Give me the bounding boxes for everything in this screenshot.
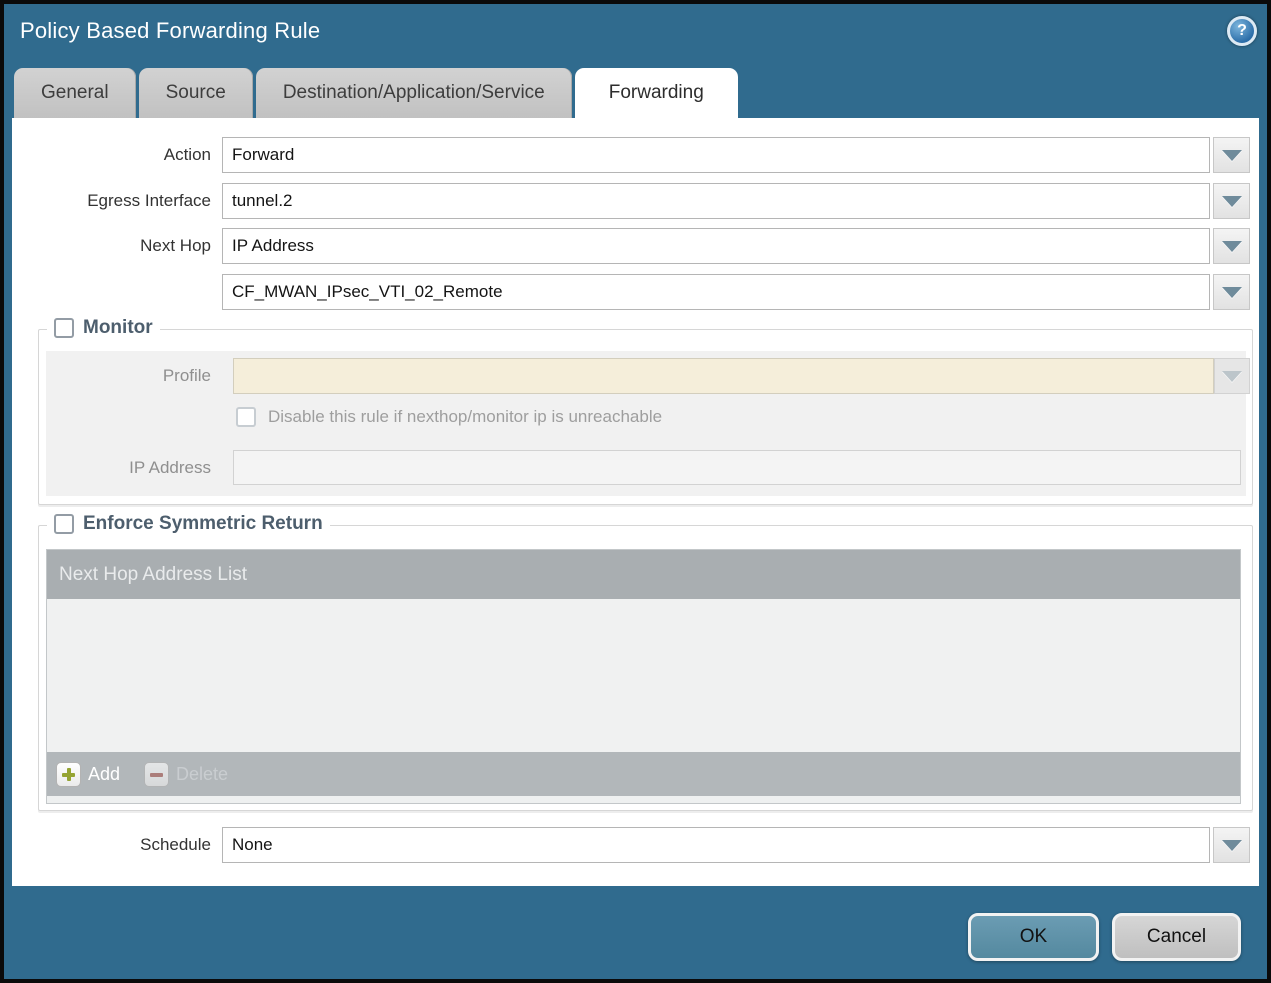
schedule-row: Schedule [12,827,1259,863]
next-hop-row: Next Hop [12,228,1259,264]
egress-interface-row: Egress Interface [12,183,1259,219]
monitor-legend-label: Monitor [83,317,153,339]
cancel-button[interactable]: Cancel [1112,913,1241,961]
action-dropdown-button[interactable] [1213,137,1250,173]
chevron-down-icon [1222,287,1242,298]
chevron-down-icon [1222,241,1242,252]
next-hop-address-row [12,274,1259,310]
next-hop-type-input[interactable] [222,228,1210,264]
enforce-legend: Enforce Symmetric Return [47,513,330,535]
add-button-label: Add [88,764,120,785]
tab-source[interactable]: Source [139,68,253,118]
ok-button[interactable]: OK [968,913,1099,961]
egress-interface-input[interactable] [222,183,1210,219]
forwarding-tab-panel: Action Egress Interface Next Hop [12,118,1259,886]
delete-button: Delete [144,762,228,787]
monitor-checkbox[interactable] [54,318,74,338]
egress-interface-dropdown-button[interactable] [1213,183,1250,219]
egress-interface-label: Egress Interface [12,183,211,219]
next-hop-type-dropdown-button[interactable] [1213,228,1250,264]
tab-bar: General Source Destination/Application/S… [14,68,741,118]
disable-rule-label: Disable this rule if nexthop/monitor ip … [268,407,662,427]
tab-forwarding[interactable]: Forwarding [575,68,738,118]
action-label: Action [12,137,211,173]
next-hop-label: Next Hop [12,228,211,264]
tab-destination-application-service[interactable]: Destination/Application/Service [256,68,572,118]
schedule-input[interactable] [222,827,1210,863]
chevron-down-icon [1222,371,1242,382]
enforce-symmetric-return-fieldset: Enforce Symmetric Return Next Hop Addres… [38,525,1253,811]
next-hop-address-dropdown-button[interactable] [1213,274,1250,310]
plus-icon [56,762,81,787]
schedule-dropdown-button[interactable] [1213,827,1250,863]
action-input[interactable] [222,137,1210,173]
chevron-down-icon [1222,196,1242,207]
schedule-label: Schedule [12,827,211,863]
monitor-fieldset: Monitor Profile Disable this rule if nex… [38,329,1253,505]
monitor-panel: Profile Disable this rule if nexthop/mon… [46,351,1246,496]
disable-rule-row: Disable this rule if nexthop/monitor ip … [236,407,662,427]
help-icon[interactable]: ? [1227,16,1257,46]
next-hop-address-list-body [47,599,1240,752]
tab-general[interactable]: General [14,68,136,118]
enforce-symmetric-return-checkbox[interactable] [54,514,74,534]
table-toolbar: Add Delete [47,752,1240,796]
enforce-legend-label: Enforce Symmetric Return [83,513,323,535]
action-row: Action [12,137,1259,173]
delete-button-label: Delete [176,764,228,785]
profile-label: Profile [46,358,211,394]
next-hop-address-input[interactable] [222,274,1210,310]
minus-icon [144,762,169,787]
disable-rule-checkbox [236,407,256,427]
monitor-legend: Monitor [47,317,160,339]
chevron-down-icon [1222,150,1242,161]
next-hop-address-table: Next Hop Address List Add Delete [46,549,1241,804]
profile-input [233,358,1214,394]
profile-dropdown-button [1214,358,1250,394]
pbf-rule-dialog: Policy Based Forwarding Rule ? General S… [0,0,1271,983]
monitor-ip-address-input [233,450,1241,485]
chevron-down-icon [1222,840,1242,851]
next-hop-address-list-header: Next Hop Address List [47,550,1240,599]
add-button[interactable]: Add [56,762,120,787]
dialog-title: Policy Based Forwarding Rule [20,18,320,44]
monitor-ip-address-label: IP Address [46,450,211,486]
